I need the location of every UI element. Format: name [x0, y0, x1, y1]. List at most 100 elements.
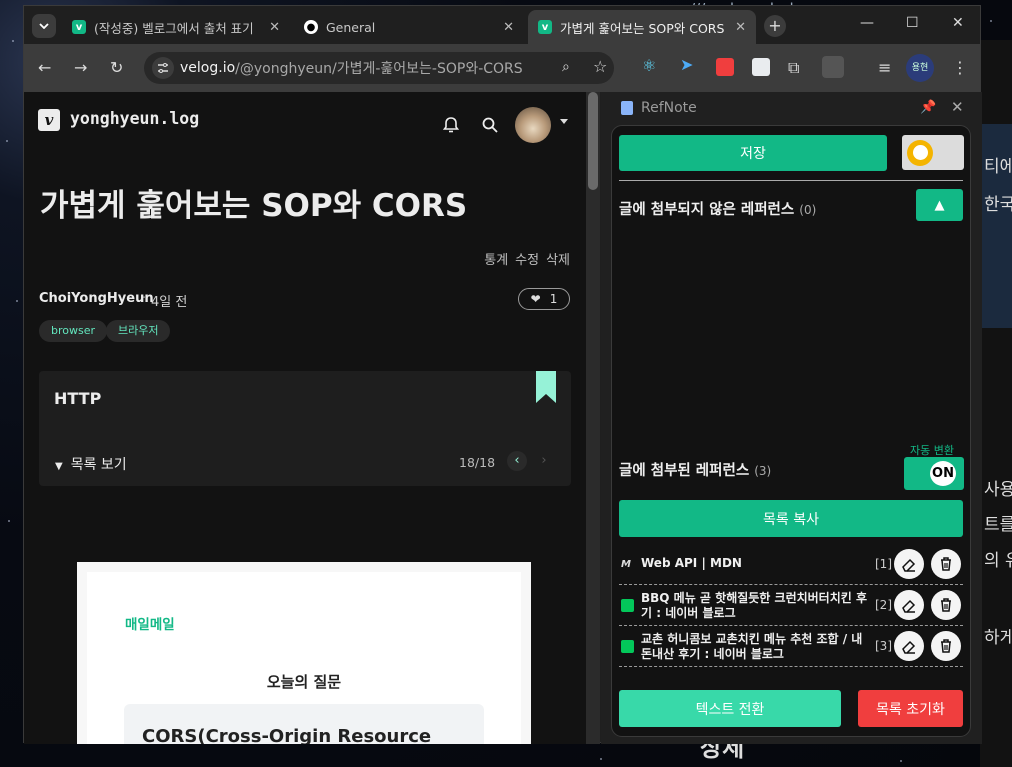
cursor-extension-icon[interactable]: ➤: [680, 55, 698, 74]
post-actions: 통계 수정 삭제: [484, 249, 570, 268]
velog-logo[interactable]: v: [38, 109, 60, 131]
tab-search-button[interactable]: [32, 14, 56, 38]
series-title[interactable]: HTTP: [54, 389, 101, 408]
tab-active[interactable]: v 가볍게 훑어보는 SOP와 CORS ✕: [528, 10, 756, 44]
velog-icon: v: [538, 20, 552, 34]
background-text: 트를: [984, 515, 1012, 535]
react-devtools-icon[interactable]: ⚛: [642, 56, 660, 75]
attached-heading: 글에 첨부된 레퍼런스 (3): [619, 459, 771, 480]
close-icon[interactable]: ✕: [951, 98, 964, 116]
eraser-button[interactable]: [894, 549, 924, 579]
close-icon[interactable]: ✕: [503, 20, 514, 35]
menu-dots-icon[interactable]: ⋮: [952, 58, 968, 77]
media-control-icon[interactable]: ≡: [878, 58, 891, 77]
zoom-icon[interactable]: ⌕: [562, 59, 570, 75]
side-panel-icon[interactable]: [822, 56, 844, 78]
delete-button[interactable]: [931, 590, 961, 620]
refnote-panel: 저장 글에 첨부되지 않은 레퍼런스 (0) ▲ 자동 변환 글에 첨부된 레퍼…: [611, 125, 971, 737]
blog-name[interactable]: yonghyeun.log: [70, 109, 199, 128]
github-icon: ●: [304, 20, 318, 34]
browser-window: v (작성중) 벨로그에서 출처 표기 ✕ ● General ✕ v 가볍게 …: [23, 5, 982, 744]
scrollbar-thumb[interactable]: [588, 92, 598, 190]
chevron-right-icon[interactable]: ›: [534, 451, 554, 471]
unattached-label: 글에 첨부되지 않은 레퍼런스: [619, 202, 795, 218]
reference-title[interactable]: 교촌 허니콤보 교촌치킨 메뉴 추천 조합 / 내돈내산 후기 : 네이버 블로…: [641, 632, 871, 662]
tag-browser[interactable]: browser: [39, 320, 108, 342]
delete-link[interactable]: 삭제: [546, 249, 570, 268]
close-icon[interactable]: ✕: [735, 20, 746, 35]
puzzle-icon[interactable]: ⧉: [788, 58, 799, 78]
forward-arrow-icon[interactable]: →: [74, 58, 87, 77]
trash-icon: [941, 598, 951, 612]
close-icon[interactable]: ✕: [269, 20, 280, 35]
side-panel: RefNote 📌 ✕ 저장 글에 첨부되지 않은 레퍼런스 (0) ▲ 자동 …: [601, 92, 982, 744]
like-button[interactable]: ❤ 1: [518, 288, 570, 310]
auto-convert-toggle[interactable]: ON: [904, 457, 964, 490]
reference-title[interactable]: Web API | MDN: [641, 556, 742, 571]
reference-title[interactable]: BBQ 메뉴 곧 핫해질듯한 크런치버터치킨 후기 : 네이버 블로그: [641, 591, 871, 621]
triangle-down-icon: ▼: [55, 461, 63, 472]
velog-page: v yonghyeun.log 가볍게 훑어보는 SOP와 CORS 통계 수정…: [24, 92, 600, 744]
background-text: 의 유: [984, 551, 1012, 571]
tab-title: (작성중) 벨로그에서 출처 표기: [94, 20, 254, 36]
side-panel-title: RefNote: [641, 100, 697, 116]
new-tab-button[interactable]: +: [764, 15, 786, 37]
background-text: 티에: [984, 157, 1012, 177]
close-window-button[interactable]: ✕: [952, 15, 964, 31]
reference-index: [2]: [875, 598, 892, 612]
minimize-button[interactable]: —: [860, 15, 874, 31]
background-text: 한국: [984, 195, 1012, 215]
url-host: velog.io: [180, 60, 236, 76]
tab-draft[interactable]: v (작성중) 벨로그에서 출처 표기 ✕: [62, 10, 290, 44]
background-text: 사용: [984, 480, 1012, 500]
eraser-button[interactable]: [894, 590, 924, 620]
delete-button[interactable]: [931, 631, 961, 661]
author-name[interactable]: ChoiYongHyeun: [39, 291, 154, 306]
tab-github[interactable]: ● General ✕: [294, 10, 524, 44]
address-bar[interactable]: velog.io /@yonghyeun/가볍게-훑어보는-SOP와-CORS: [144, 52, 614, 84]
reference-index: [3]: [875, 639, 892, 653]
collapse-button[interactable]: ▲: [916, 189, 963, 221]
extension-icon[interactable]: [716, 58, 734, 76]
save-button[interactable]: 저장: [619, 135, 887, 171]
bell-icon[interactable]: [442, 116, 460, 134]
url-path: /@yonghyeun/가볍게-훑어보는-SOP와-CORS: [235, 61, 523, 77]
mdn-icon: M: [621, 559, 631, 570]
reset-list-button[interactable]: 목록 초기화: [858, 690, 963, 727]
refnote-extension-icon[interactable]: [752, 58, 770, 76]
chevron-left-icon[interactable]: ‹: [507, 451, 527, 471]
velog-icon: v: [72, 20, 86, 34]
list-item: BBQ 메뉴 곧 핫해질듯한 크런치버터치킨 후기 : 네이버 블로그 [2]: [619, 585, 963, 626]
series-box: HTTP ▼ 목록 보기 18/18 ‹ ›: [39, 371, 571, 486]
site-info-icon[interactable]: [152, 57, 174, 79]
tab-title: 가볍게 훑어보는 SOP와 CORS: [560, 20, 725, 36]
search-icon[interactable]: [481, 116, 499, 134]
pin-icon[interactable]: 📌: [920, 100, 936, 115]
naver-blog-icon: [621, 599, 634, 612]
bookmark-star-icon[interactable]: ☆: [593, 57, 607, 76]
separator: ·: [142, 291, 147, 306]
tag-browser-ko[interactable]: 브라우저: [106, 320, 171, 342]
list-item: 교촌 허니콤보 교촌치킨 메뉴 추천 조합 / 내돈내산 후기 : 네이버 블로…: [619, 626, 963, 667]
background-window: 티에 한국 사용 트를 의 유 하게: [980, 40, 1012, 767]
page-scrollbar[interactable]: [586, 92, 600, 744]
toc-toggle[interactable]: ▼ 목록 보기: [55, 454, 127, 474]
tab-strip: v (작성중) 벨로그에서 출처 표기 ✕ ● General ✕ v 가볍게 …: [24, 6, 980, 44]
avatar[interactable]: [515, 107, 551, 143]
edit-link[interactable]: 수정: [515, 249, 539, 268]
chevron-down-icon: [39, 23, 49, 29]
maximize-button[interactable]: ☐: [906, 15, 919, 31]
reload-icon[interactable]: ↻: [110, 58, 123, 77]
caret-down-icon[interactable]: [560, 119, 568, 124]
stats-link[interactable]: 통계: [484, 249, 508, 268]
delete-button[interactable]: [931, 549, 961, 579]
copy-list-button[interactable]: 목록 복사: [619, 500, 963, 537]
profile-avatar[interactable]: 용현: [906, 54, 934, 82]
eraser-button[interactable]: [894, 631, 924, 661]
card-brand: 매일메일: [125, 617, 175, 633]
eraser-icon: [902, 599, 916, 613]
background-text: 하게: [984, 628, 1012, 648]
back-arrow-icon[interactable]: ←: [38, 58, 51, 77]
text-convert-button[interactable]: 텍스트 전환: [619, 690, 841, 727]
toggle-knob: ON: [930, 461, 956, 486]
